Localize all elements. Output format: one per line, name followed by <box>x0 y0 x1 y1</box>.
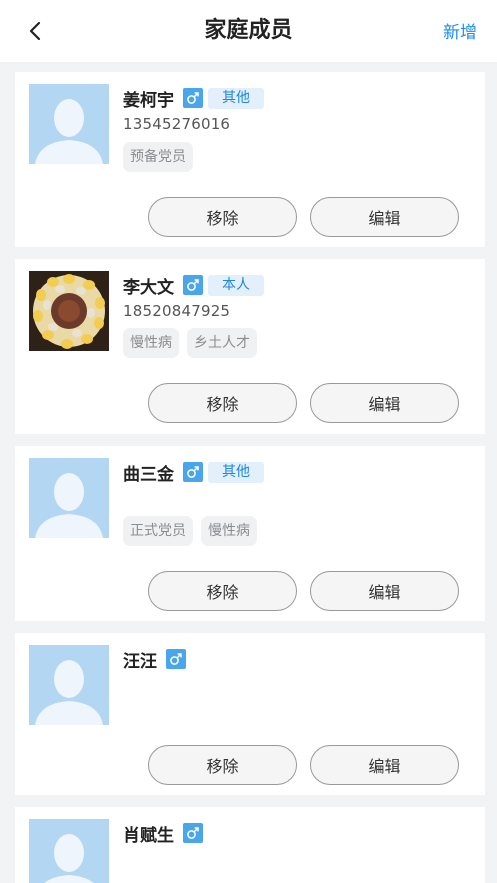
name-row: 汪汪 <box>123 647 186 672</box>
relation-badge: 其他 <box>208 461 264 483</box>
relation-badge: 本人 <box>208 274 264 296</box>
member-name: 肖赋生 <box>123 825 174 846</box>
member-tag: 正式党员 <box>123 516 193 546</box>
avatar <box>29 645 109 725</box>
member-name: 李大文 <box>123 277 174 298</box>
name-row: 曲三金 其他 <box>123 460 264 485</box>
food-photo-icon <box>29 271 109 351</box>
tag-list: 预备党员 <box>123 142 201 172</box>
remove-button[interactable]: 移除 <box>148 745 297 785</box>
name-row: 李大文 本人 <box>123 273 264 298</box>
member-name: 汪汪 <box>123 651 157 672</box>
page-title: 家庭成员 <box>204 18 293 43</box>
male-icon <box>187 827 199 839</box>
male-icon <box>187 279 199 291</box>
member-name: 姜柯宇 <box>123 90 174 111</box>
user-silhouette-icon <box>29 458 109 538</box>
user-silhouette-icon <box>29 84 109 164</box>
male-icon <box>187 92 199 104</box>
avatar <box>29 84 109 164</box>
edit-button[interactable]: 编辑 <box>310 745 459 785</box>
name-row: 姜柯宇 其他 <box>123 86 264 111</box>
avatar <box>29 458 109 538</box>
user-silhouette-icon <box>29 819 109 883</box>
member-tag: 慢性病 <box>201 516 257 546</box>
member-card: 姜柯宇 其他 13545276016 预备党员 移除 编辑 <box>15 72 485 247</box>
tag-list: 正式党员 慢性病 <box>123 516 265 546</box>
member-card: 李大文 本人 18520847925 慢性病 乡土人才 移除 编辑 <box>15 259 485 434</box>
member-phone: 13545276016 <box>123 115 231 133</box>
add-member-button[interactable]: 新增 <box>443 18 477 43</box>
top-bar: 家庭成员 新增 <box>0 0 497 62</box>
member-card: 肖赋生 <box>15 807 485 883</box>
member-name: 曲三金 <box>123 464 174 485</box>
edit-button[interactable]: 编辑 <box>310 197 459 237</box>
remove-button[interactable]: 移除 <box>148 571 297 611</box>
tag-list: 慢性病 乡土人才 <box>123 328 265 358</box>
edit-button[interactable]: 编辑 <box>310 383 459 423</box>
gender-badge <box>183 275 203 295</box>
edit-button[interactable]: 编辑 <box>310 571 459 611</box>
gender-badge <box>166 649 186 669</box>
member-card: 曲三金 其他 正式党员 慢性病 移除 编辑 <box>15 446 485 621</box>
user-silhouette-icon <box>29 645 109 725</box>
gender-badge <box>183 823 203 843</box>
remove-button[interactable]: 移除 <box>148 197 297 237</box>
member-tag: 乡土人才 <box>187 328 257 358</box>
member-tag: 慢性病 <box>123 328 179 358</box>
avatar <box>29 819 109 883</box>
gender-badge <box>183 462 203 482</box>
relation-badge: 其他 <box>208 87 264 109</box>
male-icon <box>187 466 199 478</box>
name-row: 肖赋生 <box>123 821 203 846</box>
gender-badge <box>183 88 203 108</box>
member-tag: 预备党员 <box>123 142 193 172</box>
male-icon <box>170 653 182 665</box>
member-card: 汪汪 移除 编辑 <box>15 633 485 795</box>
avatar <box>29 271 109 351</box>
remove-button[interactable]: 移除 <box>148 383 297 423</box>
member-phone: 18520847925 <box>123 302 231 320</box>
